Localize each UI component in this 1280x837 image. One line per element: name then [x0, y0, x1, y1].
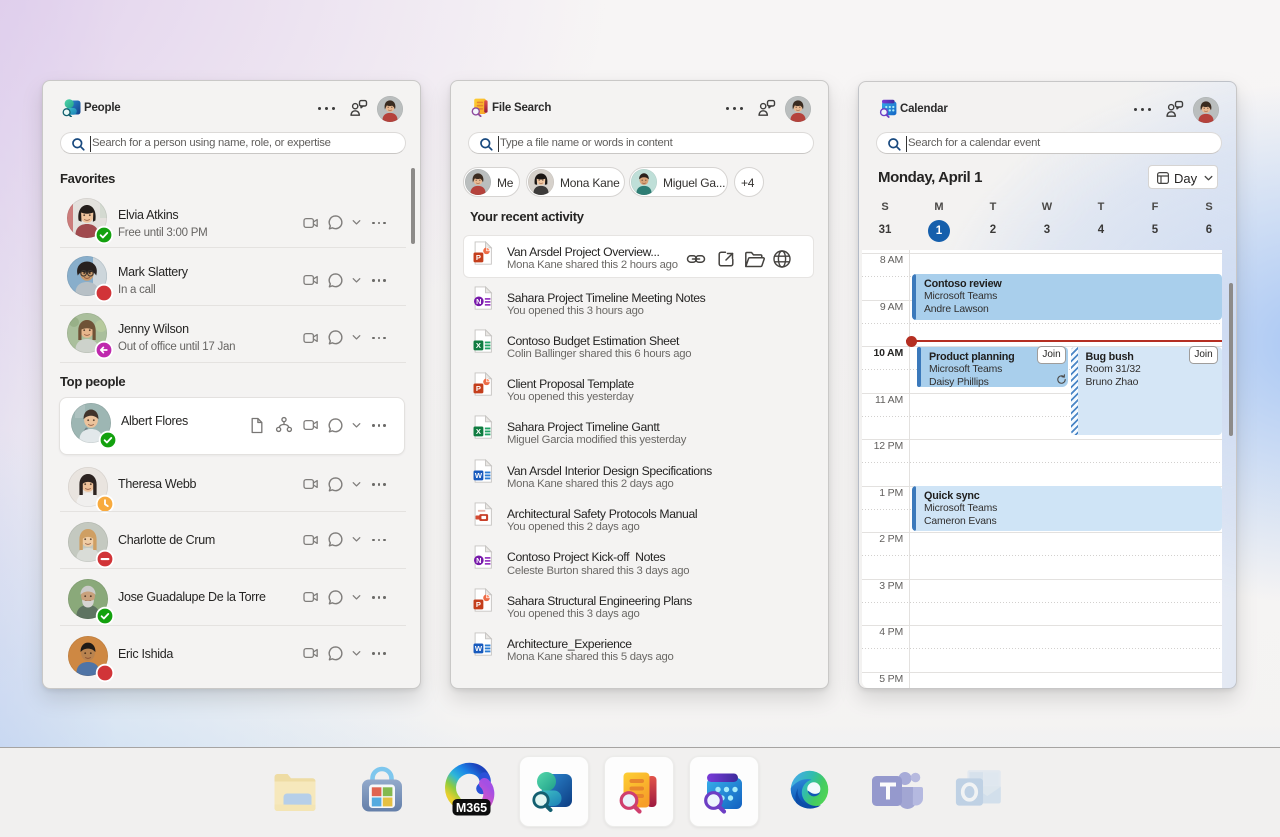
svg-text:P: P [476, 253, 481, 262]
svg-text:W: W [475, 644, 483, 653]
svg-text:N: N [476, 297, 481, 306]
svg-text:N: N [476, 556, 481, 565]
svg-text:P: P [476, 384, 481, 393]
svg-text:M365: M365 [456, 801, 487, 815]
svg-text:P: P [476, 600, 481, 609]
svg-text:W: W [475, 471, 483, 480]
